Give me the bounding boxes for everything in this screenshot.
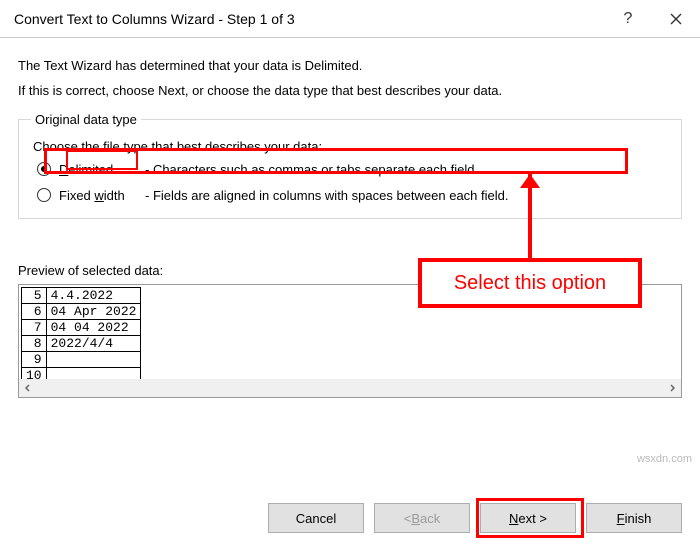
table-row: 82022/4/4 [22,336,141,352]
next-button[interactable]: Next > [480,503,576,533]
chevron-left-icon [24,384,32,392]
chevron-right-icon [668,384,676,392]
cancel-button[interactable]: Cancel [268,503,364,533]
table-row: 54.4.2022 [22,288,141,304]
radio-fixed-width-label: Fixed width [59,188,145,203]
table-row: 9 [22,352,141,368]
close-icon [670,13,682,25]
preview-label: Preview of selected data: [18,263,682,278]
dialog-body: The Text Wizard has determined that your… [0,38,700,412]
back-button[interactable]: < Back [374,503,470,533]
titlebar: Convert Text to Columns Wizard - Step 1 … [0,0,700,38]
preview-area: 54.4.2022 604 Apr 2022 704 04 2022 82022… [18,284,682,398]
scroll-track[interactable] [37,379,663,397]
window-title: Convert Text to Columns Wizard - Step 1 … [14,11,604,27]
intro-line-1: The Text Wizard has determined that your… [18,58,682,73]
radio-fixed-width-desc: - Fields are aligned in columns with spa… [145,188,508,203]
help-button[interactable]: ? [604,0,652,38]
original-data-type-group: Original data type Choose the file type … [18,112,682,219]
radio-fixed-width[interactable]: Fixed width - Fields are aligned in colu… [37,184,669,206]
radio-delimited-desc: - Characters such as commas or tabs sepa… [145,162,478,177]
scroll-left-button[interactable] [19,379,37,397]
finish-button[interactable]: Finish [586,503,682,533]
table-row: 10 [22,368,141,380]
table-row: 604 Apr 2022 [22,304,141,320]
scroll-right-button[interactable] [663,379,681,397]
table-row: 704 04 2022 [22,320,141,336]
intro-line-2: If this is correct, choose Next, or choo… [18,83,682,98]
radio-delimited-label: Delimited [59,162,145,177]
preview-scroll[interactable]: 54.4.2022 604 Apr 2022 704 04 2022 82022… [19,285,681,379]
horizontal-scrollbar[interactable] [19,379,681,397]
radio-icon [37,162,51,176]
radio-delimited[interactable]: Delimited - Characters such as commas or… [37,158,669,180]
watermark: wsxdn.com [637,453,692,465]
radio-icon [37,188,51,202]
dialog-buttons: Cancel < Back Next > Finish [268,503,682,533]
choose-file-type-label: Choose the file type that best describes… [33,139,669,154]
close-button[interactable] [652,0,700,38]
preview-table: 54.4.2022 604 Apr 2022 704 04 2022 82022… [21,287,141,379]
fieldset-legend: Original data type [31,112,141,127]
